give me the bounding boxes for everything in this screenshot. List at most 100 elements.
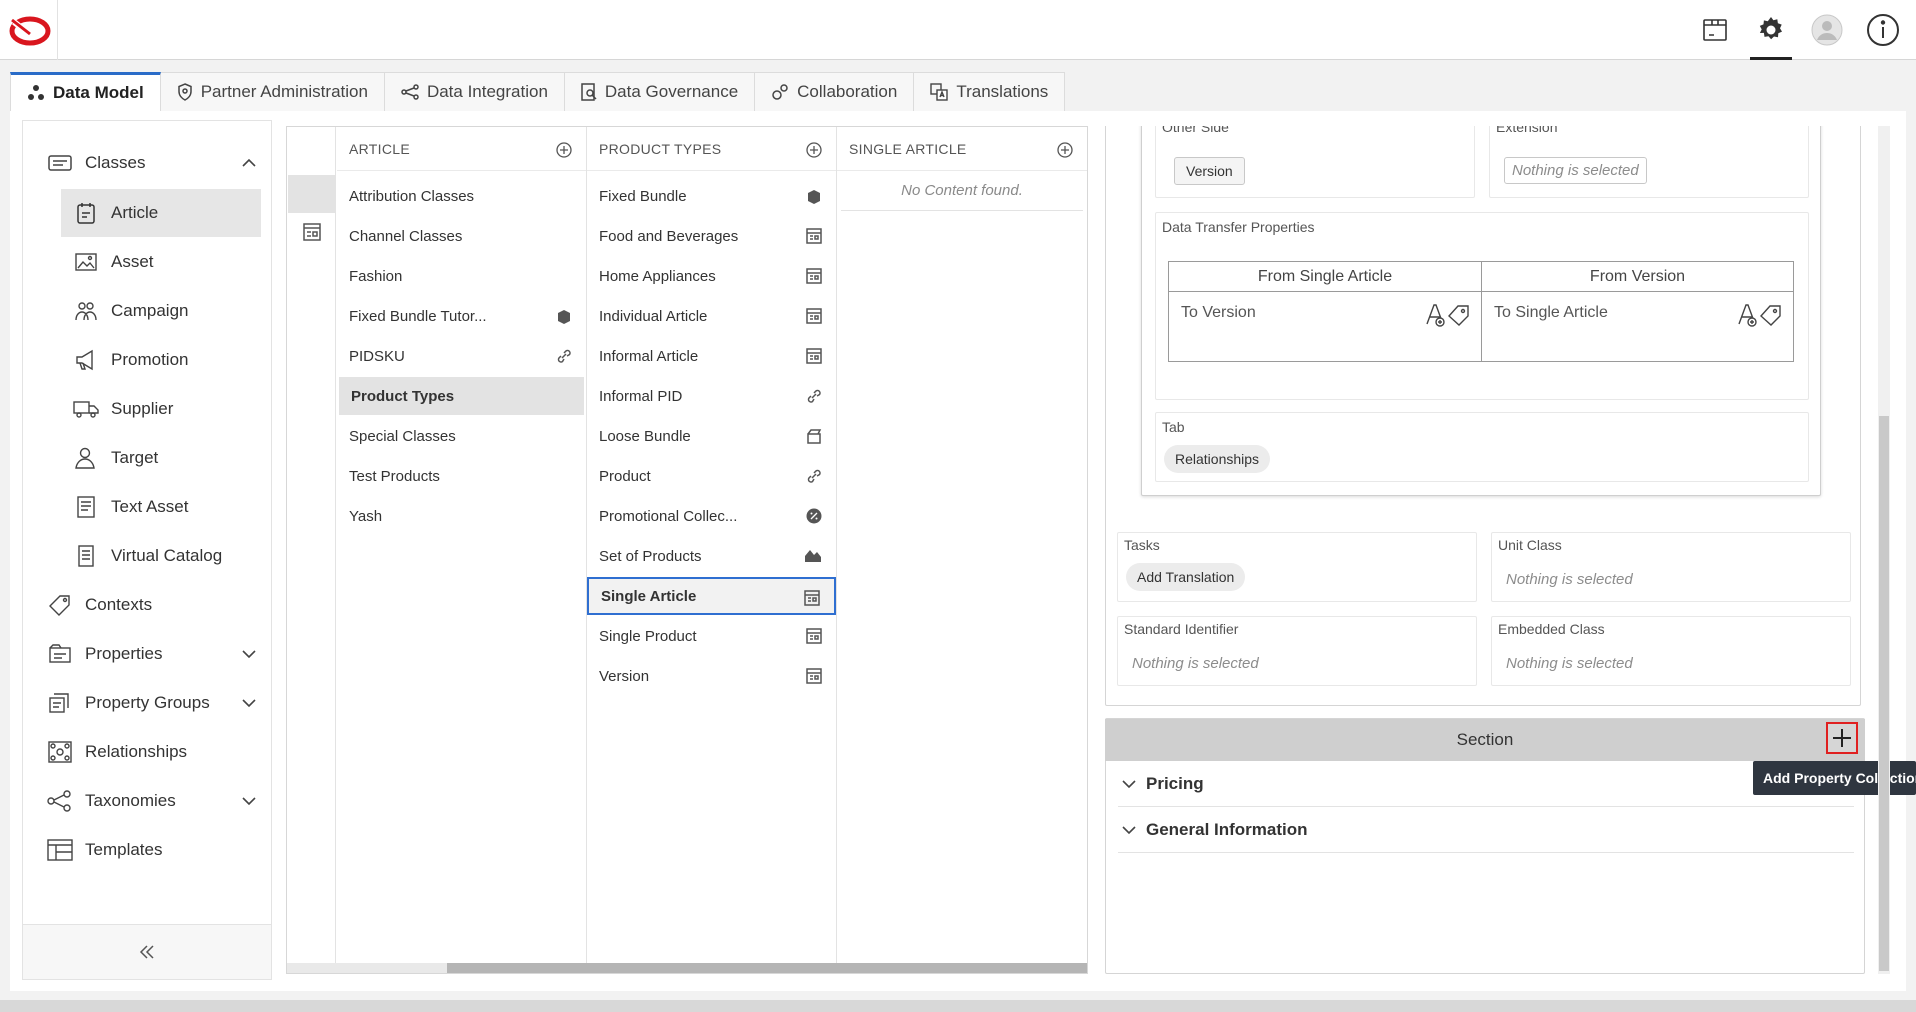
list-item-label: Single Article	[601, 587, 697, 605]
nav-item-promotion[interactable]: Promotion	[61, 336, 261, 384]
list-item[interactable]: Informal PID	[587, 377, 836, 415]
chevron-down-icon[interactable]	[241, 791, 257, 811]
scrollbar-thumb[interactable]	[1879, 416, 1889, 971]
list-item[interactable]: Informal Article	[587, 337, 836, 375]
nav-label: Classes	[85, 153, 146, 172]
field-label: Data Transfer Properties	[1162, 219, 1315, 235]
chevron-down-icon	[1122, 779, 1136, 788]
standard-identifier-select[interactable]: Nothing is selected	[1132, 655, 1259, 672]
nav-label: Virtual Catalog	[111, 546, 223, 565]
list-item[interactable]: Home Appliances	[587, 257, 836, 295]
property-groups-icon	[47, 691, 73, 715]
status-bar	[0, 1000, 1916, 1012]
add-circle-icon[interactable]	[556, 142, 572, 161]
field-label: Standard Identifier	[1124, 621, 1239, 637]
add-property-collection-tooltip: Add Property Collection	[1753, 761, 1916, 795]
section-row-general-information[interactable]: General Information	[1118, 807, 1854, 853]
list-item[interactable]: Channel Classes	[337, 217, 586, 255]
plus-icon	[1833, 729, 1851, 747]
nav-property-groups[interactable]: Property Groups	[23, 679, 271, 727]
table-cell[interactable]: To Single Article	[1481, 291, 1794, 362]
nav-item-virtual-catalog[interactable]: Virtual Catalog	[61, 532, 261, 580]
scrollbar-thumb[interactable]	[447, 963, 1087, 973]
list-item[interactable]: Food and Beverages	[587, 217, 836, 255]
list-item[interactable]: Fashion	[337, 257, 586, 295]
list-item[interactable]: Version	[587, 657, 836, 695]
extension-select[interactable]: Nothing is selected	[1504, 157, 1647, 184]
list-item[interactable]: Individual Article	[587, 297, 836, 335]
tab-data-integration[interactable]: Data Integration	[384, 72, 565, 112]
tab-translations[interactable]: Translations	[914, 72, 1066, 112]
gutter-selection[interactable]	[288, 175, 335, 213]
list-item[interactable]: Fixed Bundle Tutor...	[337, 297, 586, 335]
vertical-scrollbar[interactable]	[1878, 126, 1890, 974]
nav-taxonomies[interactable]: Taxonomies	[23, 777, 271, 825]
tab-label: Data Governance	[604, 82, 739, 101]
nav-contexts[interactable]: Contexts	[23, 581, 271, 629]
nav-relationships[interactable]: Relationships	[23, 728, 271, 776]
templates-icon	[47, 838, 73, 862]
list-item[interactable]: Product	[587, 457, 836, 495]
list-item[interactable]: PIDSKU	[337, 337, 586, 375]
nav-label: Target	[111, 448, 159, 467]
add-property-collection-button[interactable]	[1826, 722, 1858, 754]
list-item[interactable]: Set of Products	[587, 537, 836, 575]
nav-classes[interactable]: Classes	[23, 139, 271, 187]
user-avatar-icon[interactable]	[1810, 13, 1844, 47]
tab-data-model[interactable]: Data Model	[10, 72, 161, 112]
embedded-class-select[interactable]: Nothing is selected	[1506, 655, 1633, 672]
nav-item-asset[interactable]: Asset	[61, 238, 261, 286]
standard-identifier-field: Standard Identifier Nothing is selected	[1117, 616, 1477, 686]
add-circle-icon[interactable]	[1057, 142, 1073, 161]
list-item[interactable]: Fixed Bundle	[587, 177, 836, 215]
version-chip[interactable]: Version	[1174, 157, 1245, 185]
tab-label: Collaboration	[797, 82, 898, 101]
info-icon[interactable]	[1866, 13, 1900, 47]
unit-class-select[interactable]: Nothing is selected	[1506, 571, 1633, 588]
list-item-focused[interactable]: Single Article	[587, 577, 836, 615]
collapse-sidebar-button[interactable]	[23, 924, 271, 979]
main-tabs: Data Model Partner Administration Data I…	[10, 72, 1066, 112]
list-item-label: Set of Products	[599, 547, 702, 565]
list-item[interactable]: Yash	[337, 497, 586, 535]
tab-partner-administration[interactable]: Partner Administration	[160, 72, 385, 112]
shield-icon	[177, 83, 192, 101]
list-item[interactable]: Promotional Collec...	[587, 497, 836, 535]
package-icon[interactable]	[1698, 13, 1732, 47]
app-logo[interactable]	[8, 14, 52, 46]
chevron-down-icon[interactable]	[241, 644, 257, 664]
list-item[interactable]: Attribution Classes	[337, 177, 586, 215]
nav-label: Supplier	[111, 399, 174, 418]
section-row-pricing[interactable]: Pricing	[1118, 761, 1854, 807]
chevron-down-icon	[1122, 825, 1136, 834]
nav-templates[interactable]: Templates	[23, 826, 271, 874]
list-item[interactable]: Loose Bundle	[587, 417, 836, 455]
gear-icon[interactable]	[1750, 13, 1792, 60]
form-icon[interactable]	[303, 223, 321, 246]
nav-item-campaign[interactable]: Campaign	[61, 287, 261, 335]
list-item-selected[interactable]: Product Types	[339, 377, 584, 415]
nav-item-text-asset[interactable]: Text Asset	[61, 483, 261, 531]
nav-properties[interactable]: Properties	[23, 630, 271, 678]
relationships-chip[interactable]: Relationships	[1164, 445, 1271, 473]
table-cell[interactable]: To Version	[1168, 291, 1482, 362]
horizontal-scrollbar[interactable]	[287, 963, 1087, 973]
chevron-up-icon[interactable]	[241, 153, 257, 173]
left-navigation: Classes Article Asset Campaign Promotion…	[22, 120, 272, 980]
list-item[interactable]: Special Classes	[337, 417, 586, 455]
classes-icon	[47, 151, 73, 175]
list-item[interactable]: Single Product	[587, 617, 836, 655]
list-item[interactable]: Test Products	[337, 457, 586, 495]
add-translation-chip[interactable]: Add Translation	[1126, 563, 1246, 591]
chevron-down-icon[interactable]	[241, 693, 257, 713]
list-item-label: Fashion	[349, 267, 403, 285]
nav-item-target[interactable]: Target	[61, 434, 261, 482]
property-tag-icon[interactable]	[1425, 302, 1471, 333]
tab-data-governance[interactable]: Data Governance	[564, 72, 756, 112]
nav-item-article[interactable]: Article	[61, 189, 261, 237]
tab-collaboration[interactable]: Collaboration	[755, 72, 915, 112]
property-tag-icon[interactable]	[1737, 302, 1783, 333]
empty-state-text: No Content found.	[841, 171, 1083, 211]
add-circle-icon[interactable]	[806, 142, 822, 161]
nav-item-supplier[interactable]: Supplier	[61, 385, 261, 433]
